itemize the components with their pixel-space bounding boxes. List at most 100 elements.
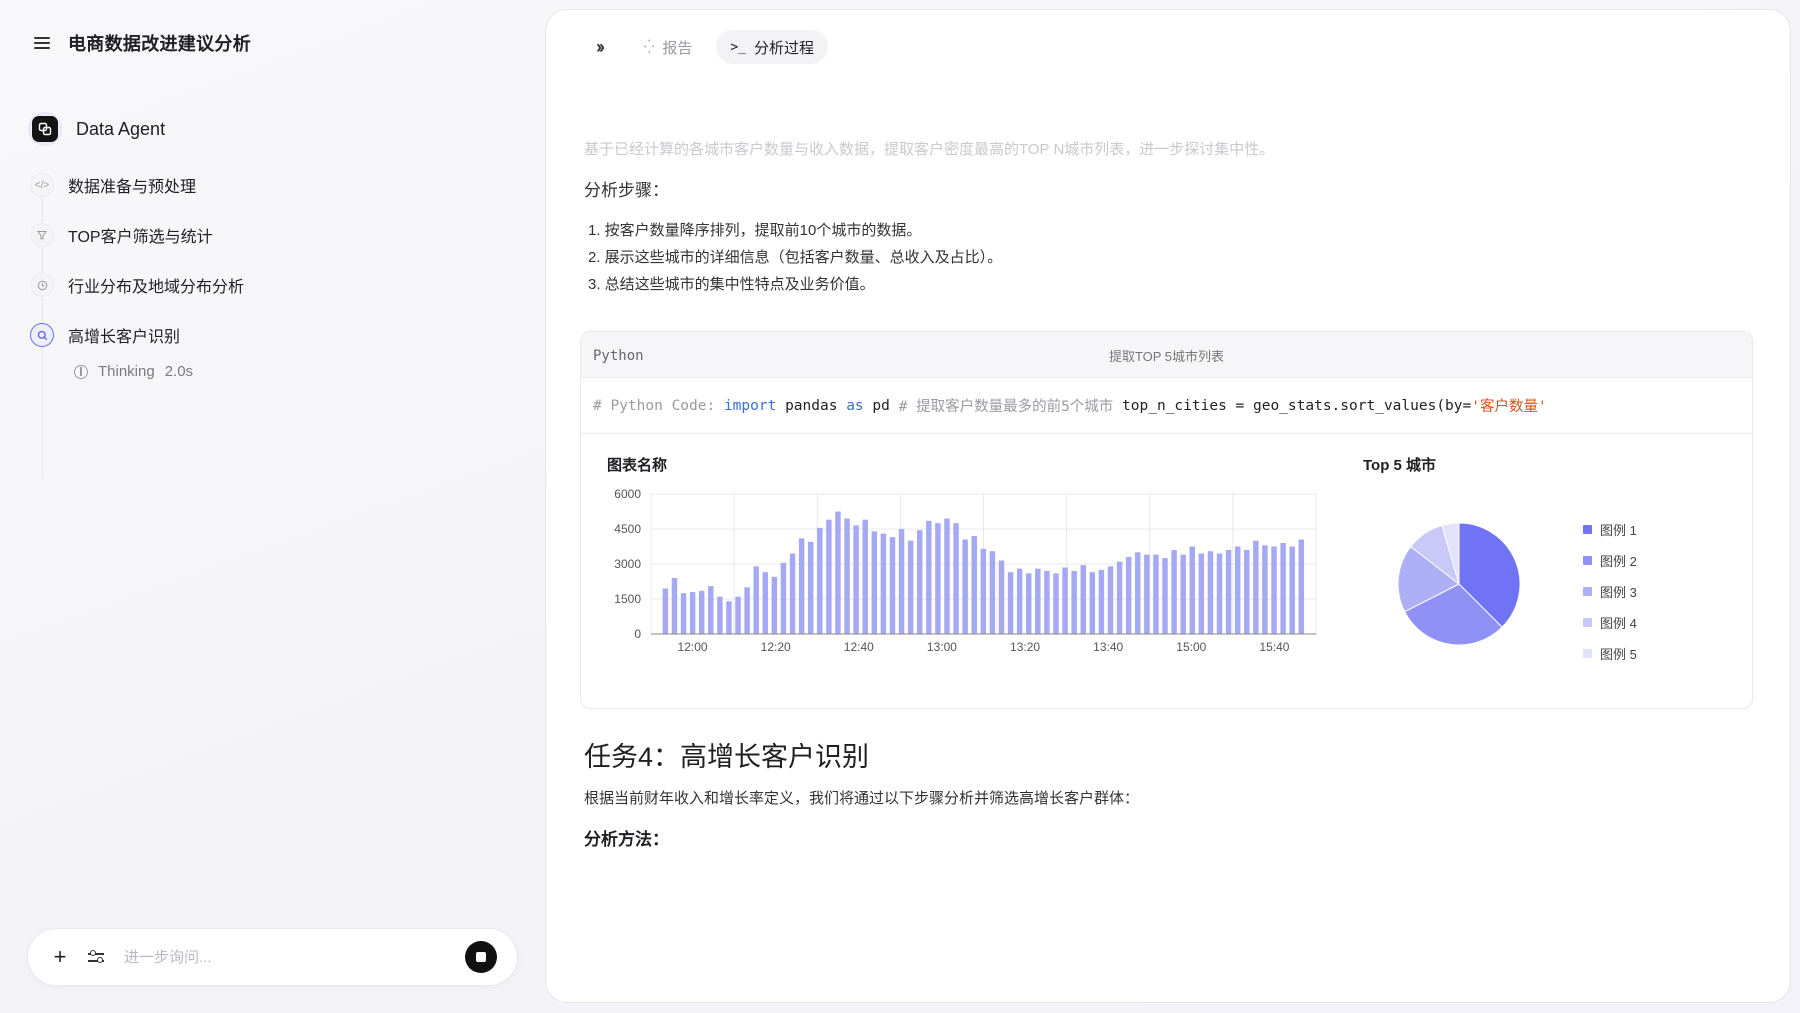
legend-label: 图例 2 bbox=[1600, 554, 1637, 569]
bar bbox=[1107, 566, 1114, 634]
bar bbox=[662, 588, 669, 634]
bar bbox=[844, 518, 850, 634]
stop-button[interactable] bbox=[465, 941, 497, 973]
bar bbox=[1153, 554, 1159, 634]
bar bbox=[807, 541, 814, 634]
main-panel: ›› ⁛ 报告 >_ 分析过程 基于已经计算的各城市客户数量与收入数据，提取客户… bbox=[545, 9, 1791, 1003]
agent-logo-icon bbox=[32, 116, 58, 142]
bar bbox=[1098, 569, 1105, 634]
sidebar-header: 电商数据改进建议分析 bbox=[34, 30, 251, 56]
thinking-status[interactable]: Thinking 2.0s bbox=[74, 363, 193, 380]
code-statement: top_n_cities = geo_stats.sort_values(by= bbox=[1122, 397, 1472, 414]
tab-report[interactable]: ⁛ 报告 bbox=[630, 30, 706, 64]
bar bbox=[1244, 550, 1250, 634]
thinking-label: Thinking bbox=[98, 363, 155, 380]
bar bbox=[953, 523, 959, 634]
task-heading: 任务4：高增长客户识别 bbox=[584, 742, 870, 772]
bar bbox=[935, 523, 941, 634]
bar-chart-title: 图表名称 bbox=[607, 457, 668, 474]
bar bbox=[907, 540, 914, 634]
x-tick-label: 13:00 bbox=[927, 640, 957, 654]
bar bbox=[862, 519, 868, 634]
bar bbox=[1253, 540, 1259, 634]
legend-label: 图例 3 bbox=[1600, 585, 1637, 600]
bar bbox=[1162, 558, 1168, 634]
chat-composer: + bbox=[27, 928, 518, 986]
bar bbox=[1189, 546, 1195, 634]
legend-item: 图例 4 bbox=[1583, 607, 1637, 638]
bar bbox=[1180, 554, 1186, 634]
code-title: 提取TOP 5城市列表 bbox=[1108, 349, 1225, 364]
step-label: 行业分布及地域分布分析 bbox=[68, 279, 245, 296]
bar bbox=[1053, 573, 1059, 634]
step-high-growth[interactable]: 高增长客户识别 bbox=[30, 310, 490, 360]
code-keyword: as bbox=[846, 397, 864, 414]
x-tick-label: 12:20 bbox=[761, 640, 791, 654]
code-comment: # Python Code: bbox=[593, 397, 716, 414]
legend-swatch bbox=[1583, 525, 1592, 534]
y-tick-label: 4500 bbox=[614, 522, 641, 536]
bar bbox=[735, 596, 741, 634]
clock-icon bbox=[30, 273, 54, 297]
step-distribution[interactable]: 行业分布及地域分布分析 bbox=[30, 260, 490, 310]
bar bbox=[1207, 551, 1214, 634]
bar bbox=[1289, 546, 1295, 634]
bar bbox=[698, 590, 705, 634]
bar bbox=[726, 601, 732, 634]
bar bbox=[671, 578, 678, 634]
bar bbox=[1062, 567, 1068, 634]
step-data-prep[interactable]: </> 数据准备与预处理 bbox=[30, 160, 490, 210]
list-item: 3. 总结这些城市的集中性特点及业务价值。 bbox=[588, 276, 875, 293]
bar bbox=[1234, 546, 1241, 634]
x-tick-label: 12:40 bbox=[844, 640, 874, 654]
bar bbox=[826, 519, 832, 634]
code-comment: # 提取客户数量最多的前5个城市 bbox=[898, 399, 1114, 415]
bar-chart: 0 1500 3000 4500 6000 12:00 12:20 12:40 13:00 13:… bbox=[614, 487, 1317, 654]
bar bbox=[708, 586, 714, 634]
code-keyword: import bbox=[723, 397, 777, 414]
y-tick-label: 6000 bbox=[614, 487, 641, 501]
pie-legend: 图例 1 图例 2 图例 3 图例 4 图例 5 bbox=[1583, 514, 1637, 669]
bar bbox=[898, 529, 905, 634]
legend-swatch bbox=[1583, 649, 1592, 658]
steps-list: 1. 按客户数量降序排列，提取前10个城市的数据。 2. 展示这些城市的详细信息… bbox=[588, 217, 1002, 298]
terminal-icon: >_ bbox=[730, 39, 747, 55]
agent-header: Data Agent bbox=[28, 112, 165, 146]
agent-avatar bbox=[28, 112, 62, 146]
bar bbox=[871, 531, 878, 634]
chat-input[interactable] bbox=[124, 948, 465, 966]
code-string: '客户数量' bbox=[1471, 399, 1547, 415]
bar bbox=[1089, 572, 1096, 634]
bar bbox=[880, 533, 887, 634]
code-module: pandas bbox=[785, 397, 838, 414]
bar bbox=[1026, 573, 1032, 634]
add-icon[interactable]: + bbox=[48, 944, 72, 970]
loading-icon: ⁛ bbox=[644, 39, 655, 55]
bar bbox=[753, 566, 759, 634]
tab-label: 分析过程 bbox=[754, 39, 815, 57]
agent-name: Data Agent bbox=[76, 118, 166, 139]
bar bbox=[1171, 550, 1177, 634]
bar bbox=[971, 536, 977, 634]
legend-label: 图例 4 bbox=[1600, 616, 1637, 631]
step-label: TOP客户筛选与统计 bbox=[68, 229, 213, 246]
menu-icon[interactable] bbox=[34, 37, 50, 49]
bar bbox=[789, 553, 796, 634]
step-top-customers[interactable]: TOP客户筛选与统计 bbox=[30, 210, 490, 260]
bar bbox=[798, 538, 805, 634]
settings-sliders-icon[interactable] bbox=[88, 950, 104, 964]
code-header: Python 提取TOP 5城市列表 bbox=[581, 332, 1752, 378]
bar bbox=[989, 551, 996, 634]
code-content[interactable]: # Python Code: import pandas as pd # 提取客… bbox=[581, 378, 1752, 434]
tab-analysis-process[interactable]: >_ 分析过程 bbox=[716, 30, 829, 64]
pie-chart-title: Top 5 城市 bbox=[1363, 457, 1437, 474]
step-label: 高增长客户识别 bbox=[68, 329, 181, 346]
sidebar: 电商数据改进建议分析 Data Agent </> 数据准备与预处理 TOP客户… bbox=[0, 0, 545, 1013]
y-tick-label: 0 bbox=[634, 627, 641, 641]
session-title: 电商数据改进建议分析 bbox=[68, 34, 251, 54]
expand-chevrons-icon[interactable]: ›› bbox=[596, 37, 620, 58]
bar bbox=[1071, 571, 1077, 634]
legend-label: 图例 5 bbox=[1600, 647, 1637, 662]
method-heading: 分析方法： bbox=[584, 830, 669, 849]
x-tick-label: 13:20 bbox=[1010, 640, 1040, 654]
